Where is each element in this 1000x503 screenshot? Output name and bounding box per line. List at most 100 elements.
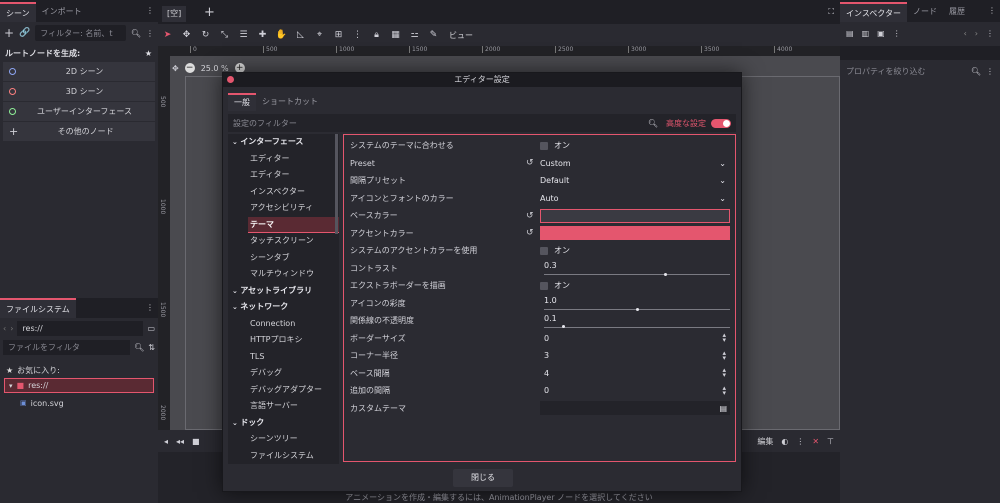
slider-handle[interactable] xyxy=(636,307,639,311)
fs-file-item[interactable]: ▣ icon.svg xyxy=(20,396,64,410)
root-other-button[interactable]: + その他のノード xyxy=(3,122,155,142)
history-back-icon[interactable]: ‹ xyxy=(964,29,967,38)
slider-track[interactable] xyxy=(544,272,730,276)
lock-icon[interactable]: 🔒︎ xyxy=(367,25,386,45)
close-panel-icon[interactable]: ✕ xyxy=(812,437,819,446)
property-checkbox[interactable]: オン xyxy=(540,244,730,258)
spinbox-arrows-icon[interactable]: ▴ ▾ xyxy=(722,367,726,379)
back-icon[interactable]: ‹ xyxy=(3,324,6,333)
distraction-free-icon[interactable]: ⛶ xyxy=(828,7,834,17)
category-item[interactable]: マルチウィンドウ xyxy=(228,266,339,283)
category-item[interactable]: 言語サーバー xyxy=(228,398,339,415)
property-slider[interactable]: 0.1 xyxy=(540,314,730,329)
menu-dots-icon[interactable]: ⋮ xyxy=(796,437,804,446)
ruler-tool-icon[interactable]: ◺ xyxy=(291,25,310,45)
property-checkbox[interactable]: オン xyxy=(540,139,730,153)
forward-icon[interactable]: › xyxy=(10,324,13,333)
spinbox-arrows-icon[interactable]: ▴ ▾ xyxy=(722,349,726,361)
slider-track[interactable] xyxy=(544,325,730,329)
stop-icon[interactable]: ■ xyxy=(192,437,200,446)
tab-import[interactable]: インポート xyxy=(36,2,88,22)
close-window-icon[interactable] xyxy=(227,76,234,83)
category-item[interactable]: TLS xyxy=(228,349,339,366)
color-picker-button[interactable] xyxy=(540,226,730,241)
group-icon[interactable]: ▦ xyxy=(386,25,405,45)
zoom-out-icon[interactable]: − xyxy=(184,63,195,73)
search-icon[interactable]: 🔍︎ xyxy=(131,29,141,38)
bone-icon[interactable]: ⚍ xyxy=(405,25,424,45)
category-item[interactable]: アクセシビリティ xyxy=(228,200,339,217)
category-item[interactable]: エディター xyxy=(228,151,339,168)
category-item[interactable]: デバッグ xyxy=(228,365,339,382)
scale-tool-icon[interactable]: ⤡ xyxy=(215,25,234,45)
revert-icon[interactable]: ↺ xyxy=(526,211,534,221)
tab-shortcuts[interactable]: ショートカット xyxy=(256,93,324,111)
property-filter-input[interactable]: プロパティを絞り込む xyxy=(846,66,966,77)
category-item[interactable]: シーンツリー xyxy=(228,431,339,448)
category-item[interactable]: エディター xyxy=(228,167,339,184)
fs-filter-input[interactable]: ファイルをフィルタ xyxy=(3,339,131,355)
file-browse-icon[interactable]: ▤ xyxy=(719,404,727,413)
category-item[interactable]: タッチスクリーン xyxy=(228,233,339,250)
rotate-tool-icon[interactable]: ↻ xyxy=(196,25,215,45)
tab-node[interactable]: ノード xyxy=(907,2,943,22)
root-ui-button[interactable]: ユーザーインターフェース xyxy=(3,102,155,122)
property-dropdown[interactable]: Custom ⌄ xyxy=(540,156,730,170)
scene-tab-empty[interactable]: [空] xyxy=(162,6,187,22)
slider-handle[interactable] xyxy=(663,272,667,276)
select-tool-icon[interactable]: ➤ xyxy=(158,25,177,45)
menu-dots-icon[interactable]: ⋮ xyxy=(986,67,994,76)
revert-icon[interactable]: ↺ xyxy=(526,158,534,168)
edit-menu[interactable]: 編集 xyxy=(757,436,773,447)
property-slider[interactable]: 0.3 xyxy=(540,261,730,276)
favorites-row[interactable]: ★ お気に入り: xyxy=(6,363,60,377)
category-scrollbar[interactable] xyxy=(335,134,338,234)
property-dropdown[interactable]: Default ⌄ xyxy=(540,174,730,188)
category-item[interactable]: ⌄ ドック xyxy=(228,415,339,432)
category-item[interactable]: テーマ xyxy=(248,216,339,233)
snap-options-icon[interactable]: ⋮ xyxy=(348,25,367,45)
category-item[interactable]: デバッグアダプター xyxy=(228,382,339,399)
pivot-tool-icon[interactable]: ✚ xyxy=(253,25,272,45)
tab-general[interactable]: 一般 xyxy=(228,93,256,111)
category-item[interactable]: ⌄ アセットライブラリ xyxy=(228,283,339,300)
property-dropdown[interactable]: Auto ⌄ xyxy=(540,191,730,205)
sort-icon[interactable]: ⇅ xyxy=(148,343,155,352)
view-menu[interactable]: ビュー xyxy=(443,30,479,41)
menu-dots-icon[interactable]: ⋮ xyxy=(146,303,154,312)
category-item[interactable]: シーンタブ xyxy=(228,250,339,267)
property-spinbox[interactable]: 4 ▴ ▾ xyxy=(540,366,730,380)
search-icon[interactable]: 🔍︎ xyxy=(971,67,981,76)
category-item[interactable]: ファイルシステム xyxy=(228,448,339,465)
snap-icon[interactable]: ⌖ xyxy=(310,25,329,45)
add-node-icon[interactable]: + xyxy=(4,26,14,40)
advanced-settings-toggle[interactable] xyxy=(711,118,731,128)
color-picker-button[interactable] xyxy=(540,208,730,223)
root-3d-scene-button[interactable]: 3D シーン xyxy=(3,82,155,102)
category-item[interactable]: ⌄ ネットワーク xyxy=(228,299,339,316)
open-resource-icon[interactable]: ▥ xyxy=(862,29,870,38)
new-resource-icon[interactable]: ▤ xyxy=(846,29,854,38)
pan-tool-icon[interactable]: ✋ xyxy=(272,25,291,45)
search-icon[interactable]: 🔍︎ xyxy=(134,343,144,352)
category-item[interactable]: ⌄ インターフェース xyxy=(228,134,339,151)
property-spinbox[interactable]: 0 ▴ ▾ xyxy=(540,331,730,345)
favorite-star-icon[interactable]: ★ xyxy=(145,49,152,58)
list-select-icon[interactable]: ☰ xyxy=(234,25,253,45)
fs-path-input[interactable]: res:// xyxy=(17,320,144,336)
revert-icon[interactable]: ↺ xyxy=(526,228,534,238)
onion-skin-icon[interactable]: ◐ xyxy=(781,437,788,446)
spinbox-arrows-icon[interactable]: ▴ ▾ xyxy=(722,332,726,344)
grid-icon[interactable]: ⊞ xyxy=(329,25,348,45)
menu-dots-icon[interactable]: ⋮ xyxy=(146,29,154,38)
property-spinbox[interactable]: 3 ▴ ▾ xyxy=(540,349,730,363)
menu-dots-icon[interactable]: ⋮ xyxy=(146,6,154,15)
tab-history[interactable]: 履歴 xyxy=(943,2,971,22)
root-2d-scene-button[interactable]: 2D シーン xyxy=(3,62,155,82)
search-icon[interactable]: 🔍︎ xyxy=(648,119,658,128)
category-item[interactable]: HTTPプロキシ xyxy=(228,332,339,349)
play-backwards-icon[interactable]: ◂ xyxy=(164,437,168,446)
category-item[interactable]: インスペクター xyxy=(228,184,339,201)
property-checkbox[interactable]: オン xyxy=(540,279,730,293)
slider-track[interactable] xyxy=(544,307,730,311)
